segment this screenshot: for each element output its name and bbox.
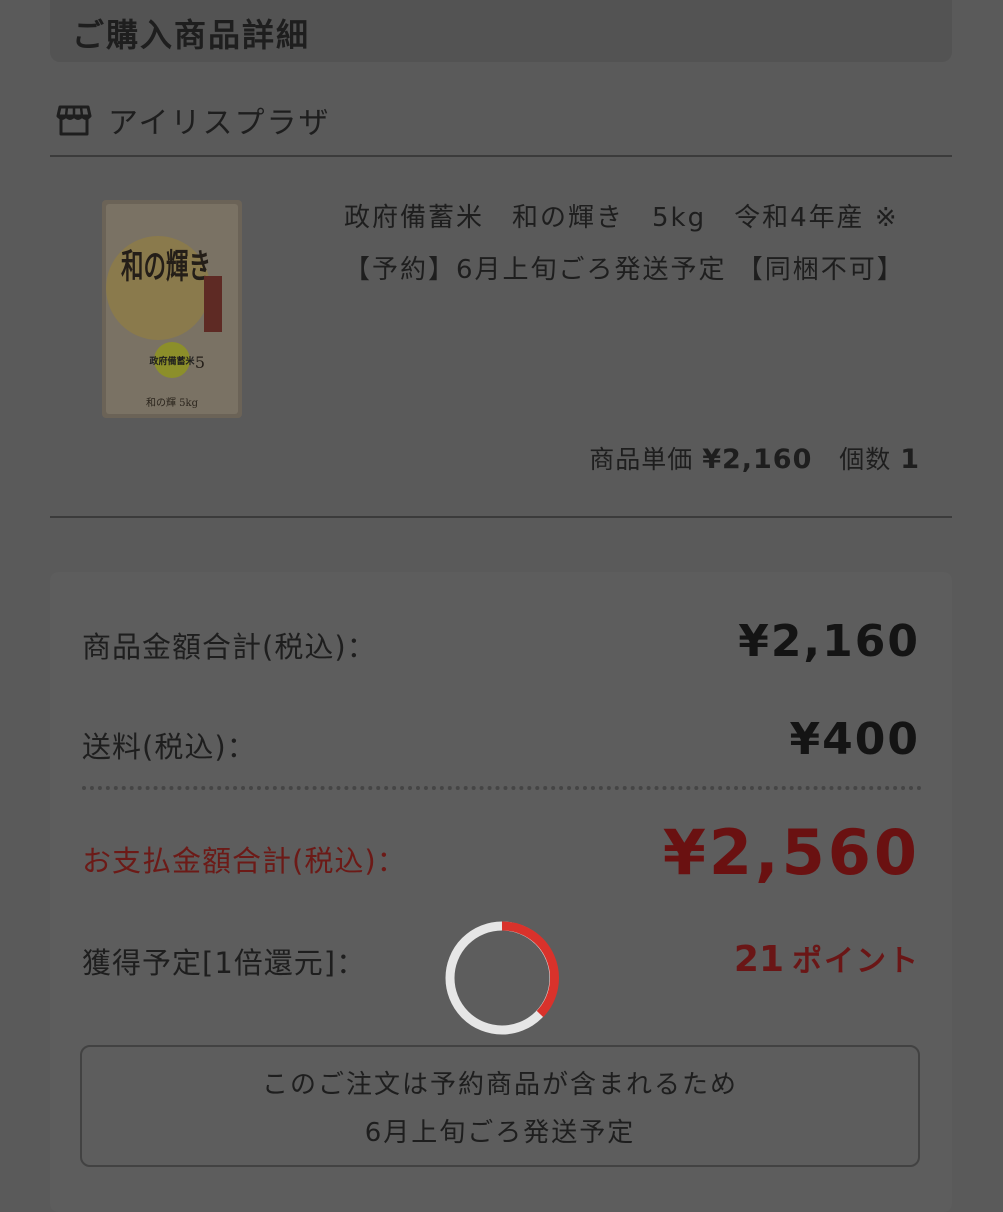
bag-bottom-text: 和の輝 5kg [146,397,199,409]
shipping-label: 送料(税込)： [82,730,257,764]
unit-price: ¥2,160 [702,444,813,475]
subtotal-value: ¥2,160 [738,616,920,667]
points-value-group: 21 ポイント [734,936,920,980]
section-title: ご購入商品詳細 [72,16,311,54]
quantity-label: 個数 [839,445,892,474]
total-value: ¥2,560 [662,816,920,889]
product-image[interactable]: 和の輝き 政府備蓄米 5 和の輝 5kg [96,196,248,422]
loading-spinner-icon [445,921,559,1035]
section-header: ご購入商品詳細 [50,0,952,62]
divider [50,155,952,157]
bag-weight-text: 5 [195,353,205,372]
bag-logo-text: 和の輝き [121,247,211,287]
unit-price-quantity: 商品単価 ¥2,160 個数 1 [589,440,920,476]
total-label: お支払金額合計(税込)： [82,844,407,878]
reservation-notice: このご注文は予約商品が含まれるため 6月上旬ごろ発送予定 [80,1045,920,1167]
subtotal-label: 商品金額合計(税込)： [82,630,377,664]
points-unit: ポイント [792,944,920,979]
notice-line-2: 6月上旬ごろ発送予定 [364,1118,636,1148]
points-label: 獲得予定[1倍還元]： [82,946,367,980]
store-icon [56,105,92,136]
notice-line-1: このご注文は予約商品が含まれるため [261,1070,738,1100]
shop-name[interactable]: アイリスプラザ [108,98,331,142]
shipping-value: ¥400 [789,714,920,765]
bag-badge-text: 政府備蓄米 [149,355,195,367]
points-value: 21 [733,939,784,980]
shop-row[interactable]: アイリスプラザ [50,92,952,156]
unit-price-label: 商品単価 [589,445,694,474]
quantity: 1 [900,444,920,475]
dotted-divider [82,786,922,790]
divider [50,516,952,518]
order-detail-page: ご購入商品詳細 アイリスプラザ 和の輝き 政府備蓄米 5 和の輝 5kg 政府備… [0,0,1003,1212]
product-name[interactable]: 政府備蓄米 和の輝き 5kg 令和4年産 ※【予約】6月上旬ごろ発送予定 【同梱… [344,192,924,296]
